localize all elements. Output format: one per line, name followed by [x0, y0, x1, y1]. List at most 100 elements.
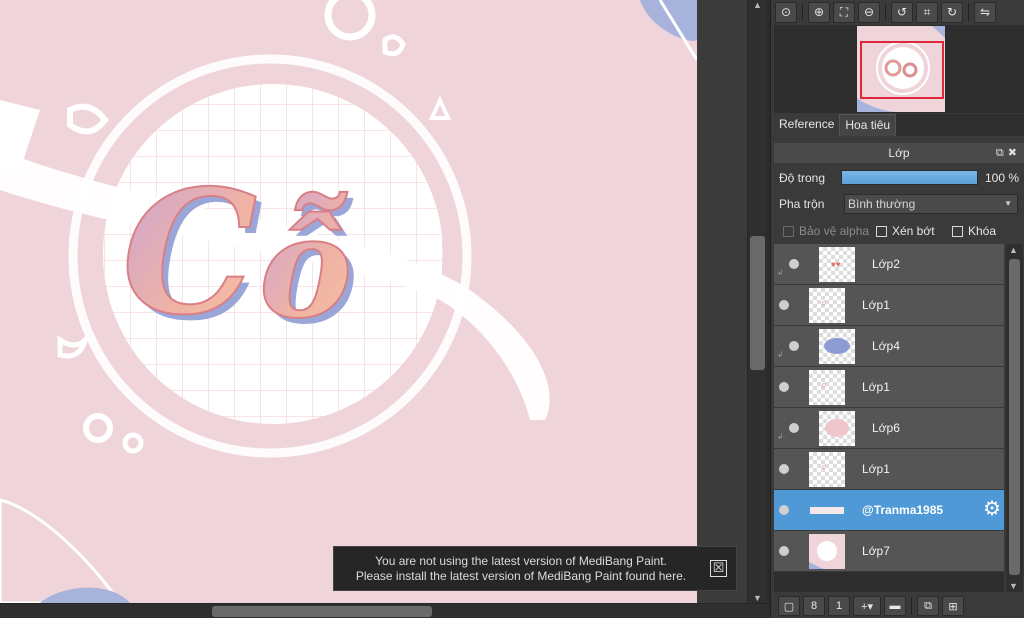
visibility-icon[interactable]: [779, 300, 789, 310]
layer-name: Lớp1: [862, 462, 890, 476]
duplicate-layer-icon[interactable]: ⧉: [917, 596, 939, 616]
layer-thumbnail: [819, 411, 855, 446]
scroll-down-icon[interactable]: ▼: [753, 593, 762, 603]
layer-row-selected[interactable]: @Tranma1985 ⚙: [774, 490, 1004, 531]
view-toolbar: ⊙ ⊕ ⛶ ⊖ ↺ ⌗ ↻ ⇋: [771, 0, 1024, 24]
toolbar-divider: [968, 3, 969, 21]
layer-thumbnail: [809, 493, 845, 528]
protect-alpha-label: Bảo vệ alpha: [799, 224, 870, 238]
close-icon[interactable]: ☒: [710, 560, 727, 577]
flip-icon[interactable]: ⇋: [974, 1, 996, 23]
clip-indicator-icon: ↲: [777, 268, 784, 277]
new-layer-icon[interactable]: ▢: [778, 596, 800, 616]
right-panel: ⊙ ⊕ ⛶ ⊖ ↺ ⌗ ↻ ⇋ Reference Hoa tiêu Lớp ⧉…: [770, 0, 1024, 618]
popout-icon[interactable]: ⧉: [996, 147, 1008, 159]
protect-alpha-checkbox[interactable]: Bảo vệ alpha: [783, 224, 869, 238]
zoom-in-icon[interactable]: ⊕: [808, 1, 830, 23]
tab-reference[interactable]: Reference: [774, 114, 840, 136]
layer-thumbnail: c: [809, 452, 845, 487]
visibility-icon[interactable]: [779, 382, 789, 392]
new-1bit-layer-icon[interactable]: 1: [828, 596, 850, 616]
layer-name: Lớp1: [862, 298, 890, 312]
new-8bit-layer-icon[interactable]: 8: [803, 596, 825, 616]
navigator-viewport-rect[interactable]: [860, 41, 944, 99]
layer-row[interactable]: c Lớp1: [774, 285, 1004, 326]
medibang-window: C C ỗ ỗ ▲ ▼ You are not using the latest…: [0, 0, 1024, 618]
layer-name: Lớp6: [872, 421, 900, 435]
layer-row[interactable]: ↲ ♥♥ Lớp2: [774, 244, 1004, 285]
svg-text:♥♥: ♥♥: [831, 260, 841, 269]
navigator-panel[interactable]: [774, 25, 1024, 113]
drawing-canvas[interactable]: C C ỗ ỗ: [0, 0, 697, 603]
update-notification[interactable]: You are not using the latest version of …: [333, 546, 737, 591]
horizontal-scroll-thumb[interactable]: [212, 606, 432, 617]
clip-indicator-icon: ↲: [777, 432, 784, 441]
checkbox-box[interactable]: [876, 225, 887, 237]
clip-indicator-icon: ↲: [777, 350, 784, 359]
scroll-up-icon[interactable]: ▲: [1009, 245, 1018, 255]
navigator-thumbnail[interactable]: [857, 26, 945, 112]
layer-name: Lớp1: [862, 380, 890, 394]
zoom-actual-icon[interactable]: ⊙: [775, 1, 797, 23]
visibility-icon[interactable]: [789, 341, 799, 351]
tab-navigator[interactable]: Hoa tiêu: [839, 114, 897, 136]
layer-thumbnail: ♥♥: [819, 247, 855, 282]
svg-text:c: c: [822, 382, 826, 389]
clipping-label: Xén bớt: [892, 224, 935, 238]
checkbox-box[interactable]: [952, 225, 963, 237]
vertical-scroll-thumb[interactable]: [750, 236, 765, 370]
lock-checkbox[interactable]: Khóa: [952, 224, 996, 238]
layer-row[interactable]: ↲ Lớp6: [774, 408, 1004, 449]
reset-view-icon[interactable]: ⌗: [916, 1, 938, 23]
layer-name: Lớp2: [872, 257, 900, 271]
canvas-gutter: [697, 0, 747, 603]
folder-icon[interactable]: ▬: [884, 596, 906, 616]
opacity-label: Độ trong: [779, 171, 826, 185]
layer-thumbnail: c: [809, 288, 845, 323]
visibility-icon[interactable]: [789, 259, 799, 269]
canvas-vertical-scrollbar[interactable]: ▲ ▼: [747, 0, 767, 603]
layer-actions-bar: ▢ 8 1 +▾ ▬ ⧉ ⊞: [774, 595, 1024, 617]
zoom-out-icon[interactable]: ⊖: [858, 1, 880, 23]
panel-tabs: Reference Hoa tiêu: [774, 114, 1024, 136]
layer-name: @Tranma1985: [862, 503, 944, 517]
rotate-left-icon[interactable]: ↺: [891, 1, 913, 23]
notification-line1: You are not using the latest version of …: [375, 554, 667, 568]
layer-name: Lớp7: [862, 544, 890, 558]
layer-thumbnail: [819, 329, 855, 364]
layer-scroll-thumb[interactable]: [1009, 259, 1020, 575]
layer-row[interactable]: c Lớp1: [774, 367, 1004, 408]
layer-panel-title: Lớp: [888, 146, 910, 160]
layer-row[interactable]: c Lớp1: [774, 449, 1004, 490]
visibility-icon[interactable]: [779, 505, 789, 515]
layer-list-scrollbar[interactable]: ▲ ▼: [1006, 244, 1023, 592]
close-panel-icon[interactable]: ✖: [1008, 147, 1021, 159]
toolbar-divider: [802, 3, 803, 21]
layer-row[interactable]: ↲ Lớp4: [774, 326, 1004, 367]
canvas-horizontal-scrollbar[interactable]: [0, 603, 770, 618]
artwork: C C ỗ ỗ: [0, 0, 697, 603]
gear-icon[interactable]: ⚙: [983, 499, 1001, 519]
visibility-icon[interactable]: [779, 464, 789, 474]
opacity-slider[interactable]: [841, 170, 978, 185]
svg-text:c: c: [822, 300, 826, 307]
checkbox-box[interactable]: [783, 225, 794, 237]
layer-row[interactable]: Lớp7: [774, 531, 1004, 572]
fit-view-icon[interactable]: ⛶: [833, 1, 855, 23]
visibility-icon[interactable]: [789, 423, 799, 433]
layer-panel-header: Lớp ⧉✖: [774, 143, 1024, 163]
blend-label: Pha trộn: [779, 197, 825, 211]
clipping-checkbox[interactable]: Xén bớt: [876, 224, 935, 238]
svg-text:c: c: [822, 464, 826, 471]
layer-thumbnail: [809, 534, 845, 569]
scroll-down-icon[interactable]: ▼: [1009, 581, 1018, 591]
rotate-right-icon[interactable]: ↻: [941, 1, 963, 23]
blend-mode-select[interactable]: Bình thường ▼: [844, 194, 1018, 214]
add-layer-menu-icon[interactable]: +▾: [853, 596, 881, 616]
svg-text:ỗ: ỗ: [259, 186, 352, 350]
merge-layer-icon[interactable]: ⊞: [942, 596, 964, 616]
scroll-up-icon[interactable]: ▲: [753, 0, 762, 10]
visibility-icon[interactable]: [779, 546, 789, 556]
layer-list: ↲ ♥♥ Lớp2 c Lớp1 ↲ Lớp4 c Lớp1 ↲ Lớp6 c …: [774, 244, 1004, 592]
chevron-down-icon: ▼: [1004, 199, 1012, 208]
